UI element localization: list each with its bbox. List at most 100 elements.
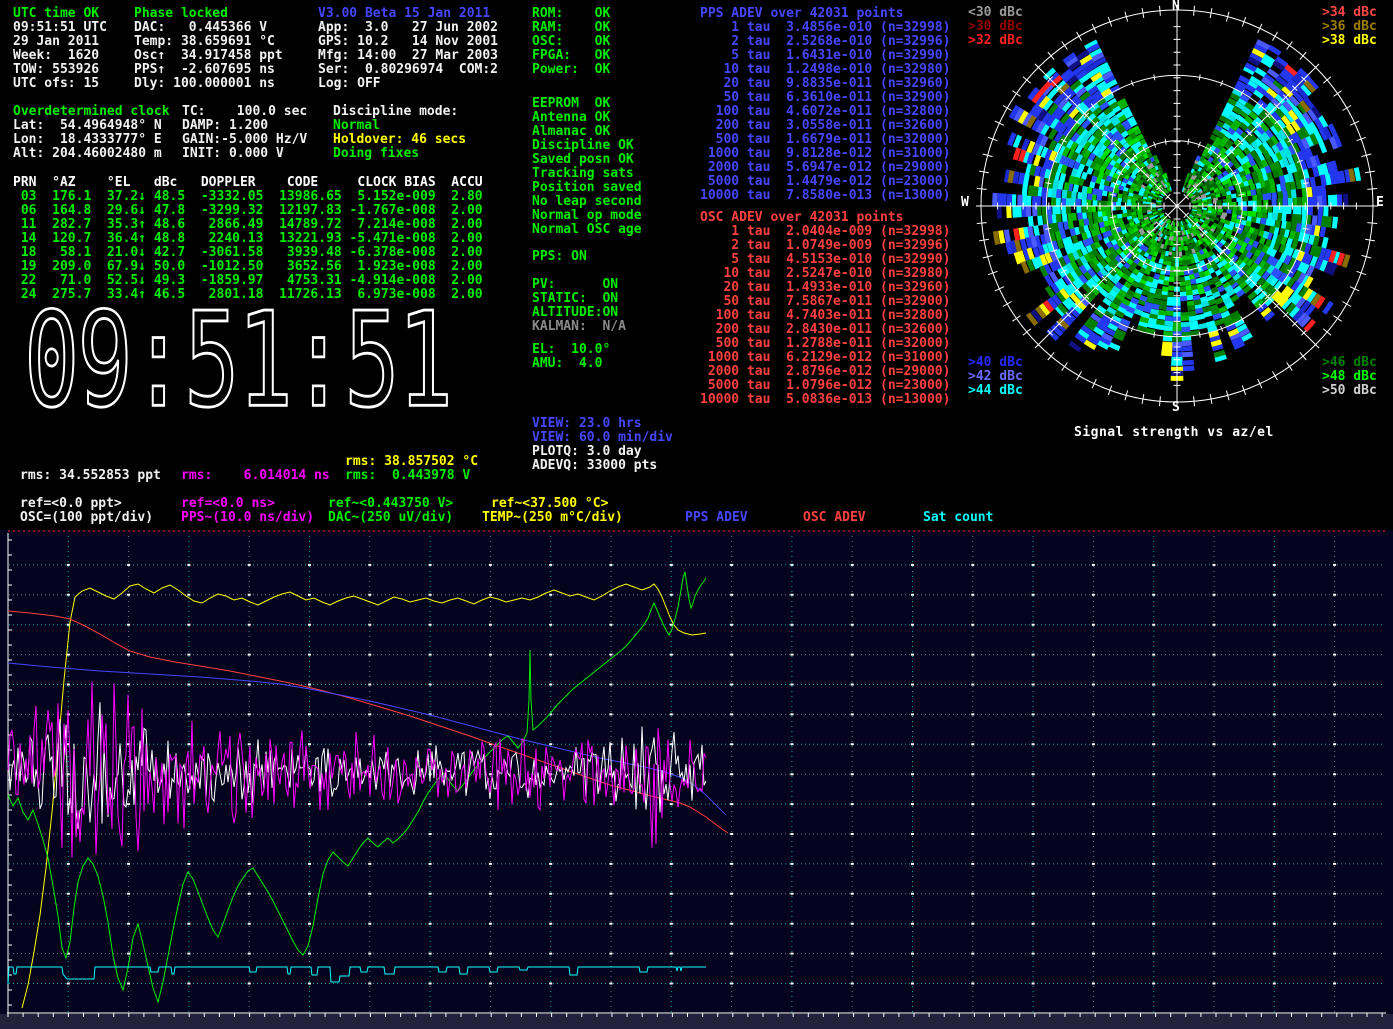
pps-adev-row: 10000 tau 7.8580e-013 (n=13000) (700, 189, 950, 203)
block-gps-status-line: Discipline OK (532, 139, 642, 153)
block-health-line: OSC: OK (532, 35, 610, 49)
osc-adev-row: 2000 tau 2.8796e-012 (n=29000) (700, 365, 950, 379)
dbc-legend-item: >40 dBc (968, 356, 1023, 370)
block-fix-mode-line: STATIC: ON (532, 292, 626, 306)
osc-adev-row: 5000 tau 1.0796e-012 (n=23000) (700, 379, 950, 393)
block-position-line: Overdetermined clock (13, 105, 170, 119)
rms-temp: rms: 38.857502 °C (345, 455, 478, 469)
block-utc-line: UTC time OK (13, 7, 107, 21)
block-version-line: GPS: 10.2 14 Nov 2001 (318, 35, 498, 49)
block-loop-line: GAIN:-5.000 Hz/V (182, 133, 307, 147)
block-gps-status-line: Antenna OK (532, 111, 642, 125)
sat-table-row: 06 164.8 29.6↓ 47.8 -3299.32 12197.83 -1… (13, 204, 483, 218)
sat-table-row: 18 58.1 21.0↓ 42.7 -3061.58 3939.48 -6.3… (13, 246, 483, 260)
block-utc: UTC time OK09:51:51 UTC29 Jan 2011Week: … (13, 7, 107, 91)
block-health-line: Power: OK (532, 63, 610, 77)
pps-adev-row: 100 tau 4.6072e-011 (n=32800) (700, 105, 950, 119)
block-fix-mode-line: PV: ON (532, 278, 626, 292)
block-phase-line: Osc↑ 34.917458 ppt (134, 49, 283, 63)
osc-adev-row: 10 tau 2.5247e-010 (n=32980) (700, 267, 950, 281)
block-pps-state-line: PPS: ON (532, 250, 587, 264)
block-phase-line: Dly: 100.000001 ns (134, 77, 283, 91)
block-loop: TC: 100.0 secDAMP: 1.200GAIN:-5.000 Hz/V… (182, 105, 307, 161)
block-gps-status-line: Almanac OK (532, 125, 642, 139)
ref-dac: ref~<0.443750 V> (328, 497, 453, 511)
block-utc-line: Week: 1620 (13, 49, 107, 63)
sat-table-header: PRN °AZ °EL dBc DOPPLER CODE CLOCK BIAS … (13, 176, 483, 190)
satellite-table: PRN °AZ °EL dBc DOPPLER CODE CLOCK BIAS … (13, 176, 483, 302)
block-phase-line: PPS↑ -2.607695 ns (134, 63, 283, 77)
pps-adev-table: PPS ADEV over 42031 points 1 tau 3.4856e… (700, 7, 950, 203)
block-phase-line: DAC: 0.445366 V (134, 21, 283, 35)
block-loop-line: DAMP: 1.200 (182, 119, 307, 133)
dbc-legend-item: >34 dBc (1322, 6, 1377, 20)
block-health-line: RAM: OK (532, 21, 610, 35)
pps-adev-row: 500 tau 1.6679e-011 (n=32000) (700, 133, 950, 147)
block-version-line: Mfg: 14:00 27 Mar 2003 (318, 49, 498, 63)
osc-adev-row: 50 tau 7.5867e-011 (n=32900) (700, 295, 950, 309)
osc-adev-title: OSC ADEV over 42031 points (700, 211, 950, 225)
legend-sat-count: Sat count (923, 511, 993, 525)
block-position-line: Alt: 204.46002480 m (13, 147, 170, 161)
osc-adev-row: 200 tau 2.8430e-011 (n=32600) (700, 323, 950, 337)
block-health-line: ROM: OK (532, 7, 610, 21)
block-position: Overdetermined clockLat: 54.4964948° NLo… (13, 105, 170, 161)
pps-adev-row: 5 tau 1.6431e-010 (n=32990) (700, 49, 950, 63)
pps-adev-row: 10 tau 1.2498e-010 (n=32980) (700, 63, 950, 77)
block-utc-line: 09:51:51 UTC (13, 21, 107, 35)
lady-heather-screen: UTC time OK09:51:51 UTC29 Jan 2011Week: … (0, 0, 1393, 1029)
scale-osc: OSC=(100 ppt/div) (20, 511, 153, 525)
dbc-legend-item: >44 dBc (968, 384, 1023, 398)
polar-grid-overlay (976, 5, 1378, 407)
polar-plot-title: Signal strength vs az/el (1074, 426, 1274, 440)
big-digital-clock: 09:51:51 (24, 296, 451, 427)
block-view-line: VIEW: 60.0 min/div (532, 431, 673, 445)
block-gps-status-line: Tracking sats (532, 167, 642, 181)
block-version: V3.00 Beta 15 Jan 2011App: 3.0 27 Jun 20… (318, 7, 498, 91)
pps-adev-row: 2000 tau 5.6947e-012 (n=29000) (700, 161, 950, 175)
dbc-legend-item: >32 dBc (968, 34, 1023, 48)
ref-osc: ref=<0.0 ppt> (20, 497, 122, 511)
block-gps-status: EEPROM OKAntenna OKAlmanac OKDiscipline … (532, 97, 642, 237)
block-phase-line: Phase locked (134, 7, 283, 21)
legend-osc-adev: OSC ADEV (803, 511, 866, 525)
scale-dac: DAC~(250 uV/div) (328, 511, 453, 525)
strip-chart-background (0, 530, 1393, 1014)
scale-temp: TEMP~(250 m°C/div) (482, 511, 623, 525)
osc-adev-row: 5 tau 4.5153e-010 (n=32990) (700, 253, 950, 267)
pps-adev-row: 20 tau 9.8835e-011 (n=32960) (700, 77, 950, 91)
block-health-line: FPGA: OK (532, 49, 610, 63)
osc-adev-row: 500 tau 1.2788e-011 (n=32000) (700, 337, 950, 351)
pps-adev-row: 2 tau 2.5268e-010 (n=32996) (700, 35, 950, 49)
pps-adev-row: 5000 tau 1.4479e-012 (n=23000) (700, 175, 950, 189)
osc-adev-row: 20 tau 1.4933e-010 (n=32960) (700, 281, 950, 295)
compass-north-label: N (1172, 0, 1180, 14)
scale-pps: PPS~(10.0 ns/div) (181, 511, 314, 525)
block-discipline-line: Holdover: 46 secs (333, 133, 466, 147)
block-mask: EL: 10.0°AMU: 4.0 (532, 343, 610, 371)
block-fix-mode: PV: ONSTATIC: ONALTITUDE:ONKALMAN: N/A (532, 278, 626, 334)
osc-adev-row: 100 tau 4.7403e-011 (n=32800) (700, 309, 950, 323)
dbc-legend-item: >50 dBc (1322, 384, 1377, 398)
block-version-line: Ser: 0.80296974 COM:2 (318, 63, 498, 77)
sat-table-row: 03 176.1 37.2↓ 48.5 -3332.05 13986.65 5.… (13, 190, 483, 204)
osc-adev-table: OSC ADEV over 42031 points 1 tau 2.0404e… (700, 211, 950, 407)
block-gps-status-line: Position saved (532, 181, 642, 195)
pps-adev-row: 50 tau 6.3610e-011 (n=32900) (700, 91, 950, 105)
block-gps-status-line: No leap second (532, 195, 642, 209)
block-health: ROM: OKRAM: OKOSC: OKFPGA: OKPower: OK (532, 7, 610, 77)
block-pps-state: PPS: ON (532, 250, 587, 264)
compass-south-label: S (1172, 401, 1180, 415)
block-gps-status-line: Normal op mode (532, 209, 642, 223)
block-loop-line: INIT: 0.000 V (182, 147, 307, 161)
block-mask-line: EL: 10.0° (532, 343, 610, 357)
dbc-legend-item: >46 dBc (1322, 356, 1377, 370)
dbc-legend-item: >48 dBc (1322, 370, 1377, 384)
ref-temp: ref~<37.500 °C> (491, 497, 608, 511)
block-utc-line: TOW: 553926 (13, 63, 107, 77)
block-phase: Phase lockedDAC: 0.445366 VTemp: 38.6596… (134, 7, 283, 91)
block-utc-line: UTC ofs: 15 (13, 77, 107, 91)
sat-table-row: 11 282.7 35.3↑ 48.6 2866.49 14789.72 7.2… (13, 218, 483, 232)
dbc-legend-item: >30 dBc (968, 20, 1023, 34)
block-version-line: Log: OFF (318, 77, 498, 91)
